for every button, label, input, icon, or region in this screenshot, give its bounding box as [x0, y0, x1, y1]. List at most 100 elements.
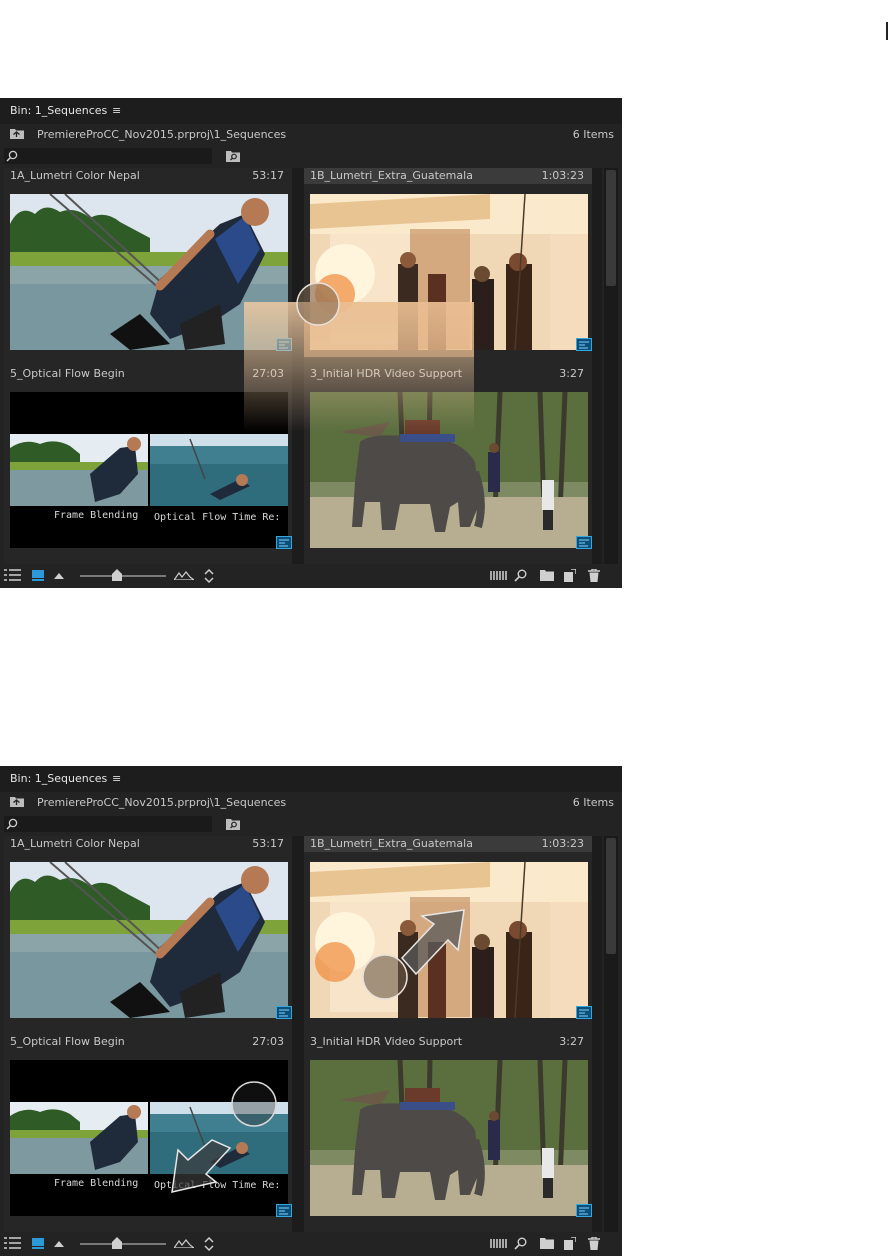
list-view-icon[interactable] — [4, 569, 22, 581]
elephant-thumbnail[interactable] — [310, 1060, 588, 1216]
new-bin-icon[interactable] — [540, 1237, 554, 1249]
panel-tab-title[interactable]: Bin: 1_Sequences — [10, 772, 107, 785]
bin-path: PremiereProCC_Nov2015.prproj\1_Sequences — [37, 796, 287, 809]
clip-card[interactable]: 5_Optical Flow Begin 27:03 Frame Blendin… — [4, 1034, 292, 1232]
freeform-icon[interactable] — [490, 569, 508, 581]
find-icon[interactable] — [514, 569, 527, 582]
icon-view-icon[interactable] — [32, 569, 44, 581]
clip-card[interactable]: 1B_Lumetri_Extra_Guatemala 1:03:23 — [304, 836, 592, 1034]
bin-path: PremiereProCC_Nov2015.prproj\1_Sequences — [37, 128, 287, 141]
clip-name: 3_Initial HDR Video Support — [310, 367, 463, 380]
clip-card[interactable]: 1A_Lumetri Color Nepal 53:17 — [4, 168, 292, 366]
search-row — [0, 146, 622, 166]
clip-header: 1B_Lumetri_Extra_Guatemala 1:03:23 — [304, 836, 592, 852]
clip-card[interactable]: 1B_Lumetri_Extra_Guatemala 1:03:23 — [304, 168, 592, 366]
zoom-slider-track[interactable] — [80, 1243, 166, 1245]
freeform-icon[interactable] — [490, 1237, 508, 1249]
page-corner-mark — [886, 22, 888, 40]
clip-card[interactable]: 3_Initial HDR Video Support 3:27 — [304, 1034, 592, 1232]
frame-blending-image — [10, 434, 148, 506]
clip-header: 1A_Lumetri Color Nepal 53:17 — [4, 836, 292, 852]
trash-icon[interactable] — [588, 1237, 600, 1250]
clip-duration: 1:03:23 — [541, 169, 584, 182]
clip-header: 1B_Lumetri_Extra_Guatemala 1:03:23 — [304, 168, 592, 184]
elephant-thumbnail[interactable] — [310, 392, 588, 548]
scroll-thumb[interactable] — [606, 170, 616, 286]
item-count: 6 Items — [572, 128, 614, 141]
optical-flow-image — [150, 1102, 288, 1174]
new-search-bin-icon[interactable] — [226, 150, 240, 162]
search-icon — [6, 150, 18, 162]
thumbnail-grid: 1A_Lumetri Color Nepal 53:17 1B_Lumetri_… — [4, 836, 602, 1232]
clip-card[interactable]: 3_Initial HDR Video Support 3:27 — [304, 366, 592, 564]
new-item-icon[interactable] — [564, 569, 576, 582]
new-bin-icon[interactable] — [540, 569, 554, 581]
optical-flow-caption: Optical Flow Time Re: — [154, 1180, 281, 1191]
panel-header: Bin: 1_Sequences ≡ — [0, 98, 622, 125]
optical-flow-caption: Optical Flow Time Re: — [154, 512, 281, 523]
sort-icon[interactable] — [204, 1237, 214, 1251]
waterski-thumbnail[interactable] — [10, 194, 288, 350]
search-icon — [6, 818, 18, 830]
icon-view-icon[interactable] — [32, 1237, 44, 1249]
clip-card[interactable]: 1A_Lumetri Color Nepal 53:17 — [4, 836, 292, 1034]
trash-icon[interactable] — [588, 569, 600, 582]
frame-blending-image — [10, 1102, 148, 1174]
project-bin-panel-bottom: Bin: 1_Sequences ≡ PremiereProCC_Nov2015… — [0, 766, 622, 1256]
zoom-small-icon[interactable] — [54, 572, 64, 579]
optical-flow-thumbnail[interactable]: Frame Blending Optical Flow Time Re: — [10, 392, 288, 548]
frame-blending-caption: Frame Blending — [54, 510, 139, 521]
sort-icon[interactable] — [204, 569, 214, 583]
optical-flow-image — [150, 434, 288, 506]
clip-name: 3_Initial HDR Video Support — [310, 1035, 463, 1048]
optical-flow-thumbnail[interactable]: Frame Blending Optical Flow Time Re: — [10, 1060, 288, 1216]
zoom-slider-track[interactable] — [80, 575, 166, 577]
musicians-thumbnail[interactable] — [310, 862, 588, 1018]
panel-footer — [0, 564, 622, 588]
clip-card[interactable]: 5_Optical Flow Begin 27:03 Frame Blendin… — [4, 366, 292, 564]
find-icon[interactable] — [514, 1237, 527, 1250]
bin-path-row: PremiereProCC_Nov2015.prproj\1_Sequences… — [0, 792, 622, 814]
clip-duration: 27:03 — [252, 367, 284, 380]
clip-duration: 53:17 — [252, 837, 284, 850]
musicians-thumbnail[interactable] — [310, 194, 588, 350]
new-search-bin-icon[interactable] — [226, 818, 240, 830]
clip-name: 1A_Lumetri Color Nepal — [10, 169, 140, 182]
clip-duration: 27:03 — [252, 1035, 284, 1048]
vertical-scrollbar[interactable] — [604, 836, 618, 1232]
item-count: 6 Items — [572, 796, 614, 809]
clip-header: 5_Optical Flow Begin 27:03 — [4, 366, 292, 382]
folder-up-icon[interactable] — [10, 128, 24, 139]
clip-duration: 3:27 — [559, 367, 584, 380]
zoom-slider-handle[interactable] — [112, 569, 122, 581]
search-row — [0, 814, 622, 834]
search-input[interactable] — [4, 148, 212, 164]
clip-header: 5_Optical Flow Begin 27:03 — [4, 1034, 292, 1050]
clip-name: 1A_Lumetri Color Nepal — [10, 837, 140, 850]
folder-up-icon[interactable] — [10, 796, 24, 807]
vertical-scrollbar[interactable] — [604, 168, 618, 564]
panel-tab-title[interactable]: Bin: 1_Sequences — [10, 104, 107, 117]
clip-name: 5_Optical Flow Begin — [10, 1035, 125, 1048]
waterski-thumbnail[interactable] — [10, 862, 288, 1018]
clip-name: 1B_Lumetri_Extra_Guatemala — [310, 169, 473, 182]
list-view-icon[interactable] — [4, 1237, 22, 1249]
project-bin-panel-top: Bin: 1_Sequences ≡ PremiereProCC_Nov2015… — [0, 98, 622, 588]
frame-blending-caption: Frame Blending — [54, 1178, 139, 1189]
search-input[interactable] — [4, 816, 212, 832]
zoom-large-icon[interactable] — [174, 1239, 194, 1248]
clip-duration: 53:17 — [252, 169, 284, 182]
panel-header: Bin: 1_Sequences ≡ — [0, 766, 622, 793]
thumbnail-grid: 1A_Lumetri Color Nepal 53:17 1B_Lumetri_… — [4, 168, 602, 564]
clip-duration: 3:27 — [559, 1035, 584, 1048]
clip-header: 1A_Lumetri Color Nepal 53:17 — [4, 168, 292, 184]
clip-header: 3_Initial HDR Video Support 3:27 — [304, 1034, 592, 1050]
clip-header: 3_Initial HDR Video Support 3:27 — [304, 366, 592, 382]
zoom-small-icon[interactable] — [54, 1240, 64, 1247]
zoom-slider-handle[interactable] — [112, 1237, 122, 1249]
scroll-thumb[interactable] — [606, 838, 616, 954]
panel-menu-icon[interactable]: ≡ — [112, 772, 121, 785]
new-item-icon[interactable] — [564, 1237, 576, 1250]
zoom-large-icon[interactable] — [174, 571, 194, 580]
panel-menu-icon[interactable]: ≡ — [112, 104, 121, 117]
